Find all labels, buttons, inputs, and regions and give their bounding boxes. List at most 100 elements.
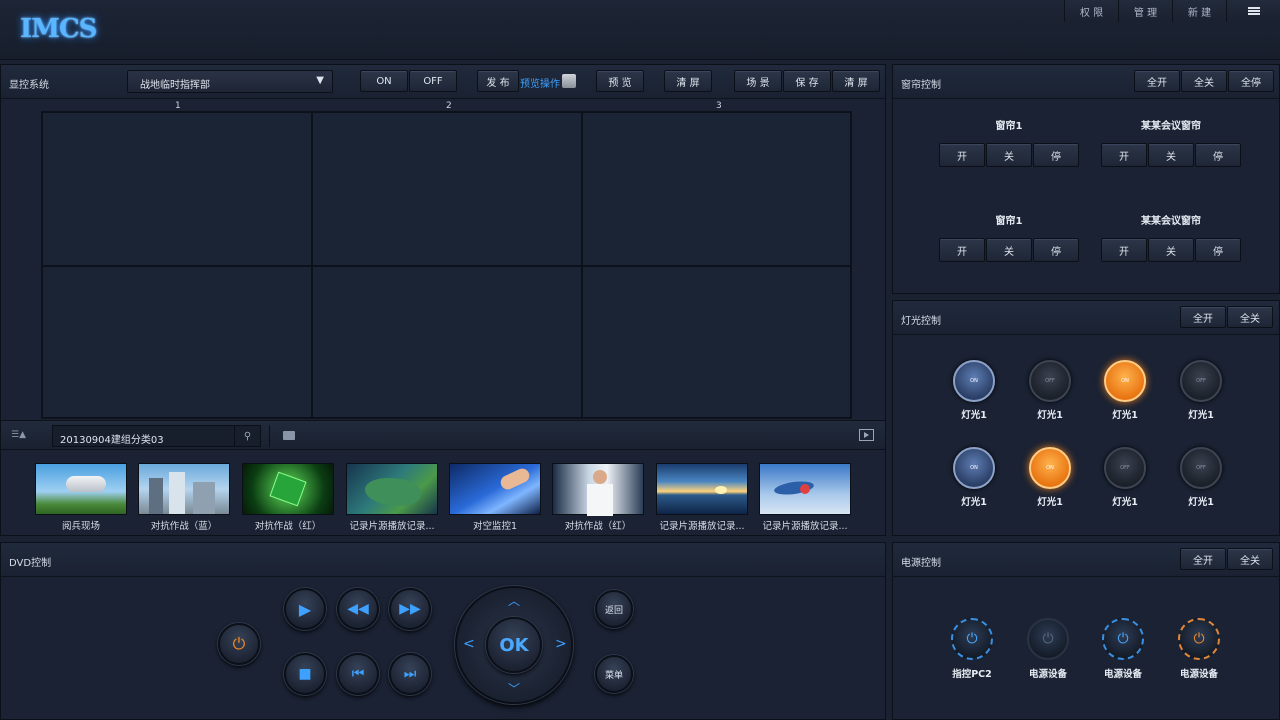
wall-cell[interactable] [42,266,312,418]
curtain-close-button[interactable]: 关 [986,143,1032,167]
thumbnail-chip-scene[interactable] [242,463,334,515]
power-device-button[interactable]: ⏻ [1102,618,1144,660]
light-label: 灯光1 [1037,410,1063,421]
thumbnail-camera-scene[interactable] [35,463,127,515]
toolbar-divider [269,425,270,447]
arrow-left-icon[interactable]: < [463,636,475,652]
thumbnail-label: 对空监控1 [472,521,518,532]
curtain-all-open-button[interactable]: 全开 [1134,70,1180,92]
light-toggle[interactable]: ON [1104,360,1146,402]
dvd-back-button[interactable]: 返回 [595,590,633,628]
scene-select[interactable]: 战地临时指挥部 ▼ [127,70,333,93]
light-label: 灯光1 [1112,497,1138,508]
light-toggle[interactable]: OFF [1180,447,1222,489]
dvd-play-button[interactable]: ▶ [284,588,326,630]
thumbnail-city-scene[interactable] [138,463,230,515]
arrow-down-icon[interactable]: ﹀ [508,680,520,697]
dvd-fast-forward-button[interactable]: ▶▶ [389,588,431,630]
light-toggle[interactable]: OFF [1180,360,1222,402]
preview-ops-link[interactable]: 预览操作 [520,75,560,90]
dvd-ok-button[interactable]: OK [486,617,542,673]
curtain-open-button[interactable]: 开 [1101,143,1147,167]
clear-screen-button[interactable]: 清 屏 [664,70,712,92]
source-search-input[interactable]: 20130904建组分类03 ⚲ [52,425,261,447]
wall-cell[interactable] [312,112,582,266]
skip-next-icon: ⏭ [403,666,417,682]
light-control-panel: 灯光控制 全开 全关 ON 灯光1 OFF 灯光1 ON 灯光1 OFF 灯光1… [892,300,1280,536]
nav-permissions[interactable]: 权 限 [1064,0,1118,22]
curtain-close-button[interactable]: 关 [1148,238,1194,262]
clear-screen-button-2[interactable]: 清 屏 [832,70,880,92]
thumbnail-tablet-scene[interactable] [449,463,541,515]
power-device-button[interactable]: ⏻ [1027,618,1069,660]
curtain-stop-button[interactable]: 停 [1033,143,1079,167]
thumbnail-label: 阅兵现场 [61,521,100,532]
light-toggle[interactable]: ON [953,447,995,489]
light-all-close-button[interactable]: 全关 [1227,306,1273,328]
nav-manage[interactable]: 管 理 [1118,0,1172,22]
dvd-control-panel: DVD控制 ⏻ ▶ ◀◀ ▶▶ ■ ⏮ ⏭ ︿ ﹀ < > OK 返回 菜单 [0,542,886,720]
thumbnail-label: 记录片源播放记录... [659,521,745,532]
source-search-value: 20130904建组分类03 [60,435,164,446]
curtain-stop-button[interactable]: 停 [1033,238,1079,262]
curtain-close-button[interactable]: 关 [1148,143,1194,167]
dvd-power-button[interactable]: ⏻ [218,623,260,665]
thumbnail-doctor-scene[interactable] [552,463,644,516]
dvd-stop-button[interactable]: ■ [284,653,326,695]
list-toggle-icon[interactable]: ☰▲ [11,430,26,440]
power-device-label: 指控PC2 [952,669,992,680]
scene-button[interactable]: 场 景 [734,70,782,92]
curtain-all-stop-button[interactable]: 全停 [1228,70,1274,92]
wall-cell[interactable] [42,112,312,266]
publish-button[interactable]: 发 布 [477,70,519,92]
power-device-button[interactable]: ⏻ [951,618,993,660]
power-all-open-button[interactable]: 全开 [1180,548,1226,570]
light-toggle[interactable]: OFF [1104,447,1146,489]
dvd-next-button[interactable]: ⏭ [389,653,431,695]
preview-button[interactable]: 预 览 [596,70,644,92]
light-toggle[interactable]: OFF [1029,360,1071,402]
thumbnail-sunset-scene[interactable] [656,463,748,515]
light-toggle[interactable]: ON [1029,447,1071,489]
on-button[interactable]: ON [360,70,408,92]
wall-cell[interactable] [582,112,851,266]
power-icon: ⏻ [1117,631,1129,647]
dvd-previous-button[interactable]: ⏮ [337,653,379,695]
off-button[interactable]: OFF [409,70,457,92]
preview-toggle-icon[interactable] [562,74,576,88]
curtain-stop-button[interactable]: 停 [1195,238,1241,262]
chevron-down-icon: ▼ [316,75,324,86]
fast-forward-icon: ▶▶ [399,601,421,617]
light-all-open-button[interactable]: 全开 [1180,306,1226,328]
curtain-open-button[interactable]: 开 [939,143,985,167]
curtain-close-button[interactable]: 关 [986,238,1032,262]
wall-cell[interactable] [312,266,582,418]
thumbnail-map-scene[interactable] [346,463,438,515]
dvd-rewind-button[interactable]: ◀◀ [337,588,379,630]
light-label: 灯光1 [961,497,987,508]
search-icon[interactable]: ⚲ [234,426,260,446]
screen-play-icon[interactable] [859,429,874,441]
scene-select-value: 战地临时指挥部 [140,80,210,91]
dvd-menu-button[interactable]: 菜单 [595,655,633,693]
power-device-button[interactable]: ⏻ [1178,618,1220,660]
power-icon: ⏻ [1042,631,1054,647]
wall-cell[interactable] [582,266,851,418]
arrow-right-icon[interactable]: > [555,636,567,652]
curtain-all-close-button[interactable]: 全关 [1181,70,1227,92]
nav-new[interactable]: 新 建 [1172,0,1226,22]
power-all-close-button[interactable]: 全关 [1227,548,1273,570]
arrow-up-icon[interactable]: ︿ [508,592,520,609]
curtain-stop-button[interactable]: 停 [1195,143,1241,167]
curtain-open-button[interactable]: 开 [939,238,985,262]
power-icon: ⏻ [232,634,246,653]
thumbnail-particle-scene[interactable] [759,463,851,515]
stop-icon: ■ [298,666,312,682]
power-title: 电源控制 [901,558,941,569]
save-button[interactable]: 保 存 [783,70,831,92]
menu-button[interactable] [1226,0,1280,22]
curtain-open-button[interactable]: 开 [1101,238,1147,262]
dpad: ︿ ﹀ < > OK [455,586,573,704]
light-toggle[interactable]: ON [953,360,995,402]
video-camera-icon[interactable] [283,431,295,440]
